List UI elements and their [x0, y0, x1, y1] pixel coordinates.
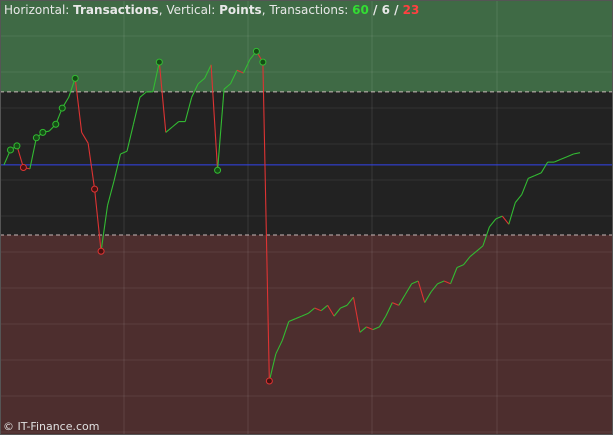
peak-marker: [155, 58, 163, 66]
peak-marker: [71, 74, 79, 82]
footer-credit: © IT-Finance.com: [3, 420, 100, 433]
vertical-value: Points: [219, 3, 262, 17]
peak-marker: [214, 166, 222, 174]
horizontal-label: Horizontal:: [4, 3, 74, 17]
equity-chart: [0, 0, 613, 435]
peak-marker: [252, 47, 260, 55]
slash: /: [389, 3, 403, 17]
lower-zone: [0, 235, 613, 435]
peak-marker: [6, 146, 14, 154]
won-count: 60: [352, 3, 369, 17]
neutral-count: 6: [381, 3, 390, 17]
peak-marker: [32, 134, 40, 142]
trough-marker: [97, 247, 105, 255]
peak-marker: [259, 58, 267, 66]
horizontal-value: Transactions: [73, 3, 159, 17]
trough-marker: [19, 164, 27, 172]
equity-chart-panel: Horizontal: Transactions, Vertical: Poin…: [0, 0, 613, 435]
peak-marker: [39, 128, 47, 136]
slash: /: [368, 3, 382, 17]
trough-marker: [91, 185, 99, 193]
transactions-label: Transactions:: [269, 3, 353, 17]
trough-marker: [265, 377, 273, 385]
vertical-label: Vertical:: [166, 3, 220, 17]
peak-marker: [58, 104, 66, 112]
lost-count: 23: [402, 3, 420, 17]
chart-header: Horizontal: Transactions, Vertical: Poin…: [4, 3, 419, 17]
peak-marker: [13, 142, 21, 150]
middle-zone: [0, 91, 613, 236]
peak-marker: [52, 120, 60, 128]
